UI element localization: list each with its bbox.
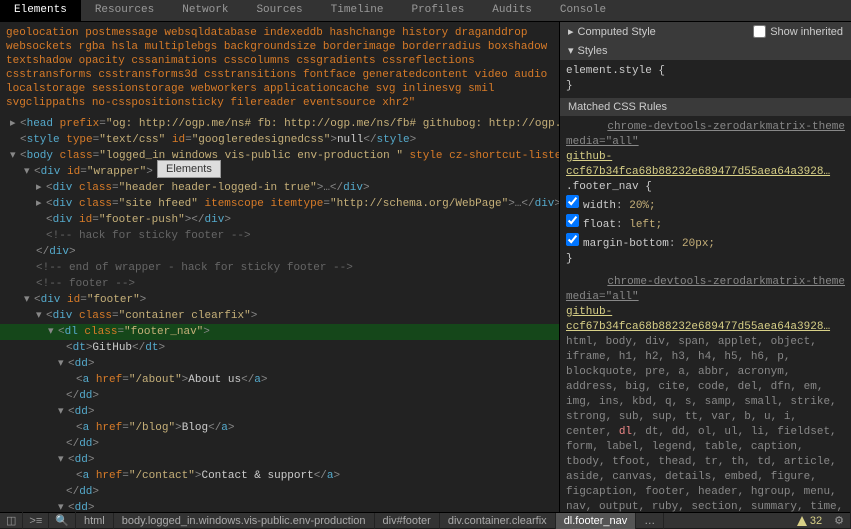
elements-panel: geolocation postmessage websqldatabase i… <box>0 22 560 512</box>
crumb-more[interactable]: … <box>636 513 664 529</box>
html-classes-text: geolocation postmessage websqldatabase i… <box>0 22 559 114</box>
element-style[interactable]: element.style { <box>566 64 845 79</box>
tab-network[interactable]: Network <box>168 0 242 21</box>
console-icon[interactable]: >≡ <box>23 513 49 529</box>
crumb-html[interactable]: html <box>76 513 114 529</box>
tooltip: Elements <box>157 160 221 178</box>
stylesheet-link[interactable]: chrome-devtools-zerodarkmatrix-theme <box>607 275 845 290</box>
tab-sources[interactable]: Sources <box>242 0 316 21</box>
tab-resources[interactable]: Resources <box>81 0 168 21</box>
crumb-footer[interactable]: div#footer <box>375 513 440 529</box>
devtools-tabs: Elements Resources Network Sources Timel… <box>0 0 851 22</box>
rule-checkbox[interactable] <box>566 195 579 208</box>
tab-profiles[interactable]: Profiles <box>397 0 478 21</box>
breadcrumb-bar: ◫ >≡ 🔍 html body.logged_in.windows.vis-p… <box>0 512 851 528</box>
tab-elements[interactable]: Elements <box>0 0 81 21</box>
rule-checkbox[interactable] <box>566 214 579 227</box>
selected-element[interactable]: ▾<dl class="footer_nav"> <box>0 324 559 340</box>
rule-checkbox[interactable] <box>566 233 579 246</box>
inspect-icon[interactable]: 🔍 <box>49 512 76 529</box>
warning-icon <box>797 516 807 526</box>
crumb-container[interactable]: div.container.clearfix <box>440 513 556 529</box>
tab-audits[interactable]: Audits <box>478 0 546 21</box>
settings-icon[interactable]: ⚙ <box>828 512 851 529</box>
styles-panel: ▸Computed Style Show inherited ▾Styles e… <box>560 22 851 512</box>
main-area: geolocation postmessage websqldatabase i… <box>0 22 851 512</box>
dock-icon[interactable]: ◫ <box>0 512 23 529</box>
styles-header[interactable]: ▾Styles <box>560 41 851 60</box>
stylesheet-source[interactable]: github-ccf67b34fca68b88232e689477d55aea6… <box>566 306 830 333</box>
stylesheet-link[interactable]: chrome-devtools-zerodarkmatrix-theme <box>607 120 845 135</box>
dom-tree[interactable]: ▸<head prefix="og: http://ogp.me/ns# fb:… <box>0 114 559 512</box>
error-count[interactable]: 32 <box>791 513 828 529</box>
crumb-body[interactable]: body.logged_in.windows.vis-public.env-pr… <box>114 513 375 529</box>
stylesheet-source[interactable]: github-ccf67b34fca68b88232e689477d55aea6… <box>566 151 830 178</box>
show-inherited-checkbox[interactable] <box>753 25 766 38</box>
crumb-dl[interactable]: dl.footer_nav <box>556 513 637 529</box>
matched-rules-header: Matched CSS Rules <box>560 98 851 116</box>
tab-console[interactable]: Console <box>546 0 620 21</box>
tab-timeline[interactable]: Timeline <box>317 0 398 21</box>
computed-style-header[interactable]: ▸Computed Style Show inherited <box>560 22 851 41</box>
